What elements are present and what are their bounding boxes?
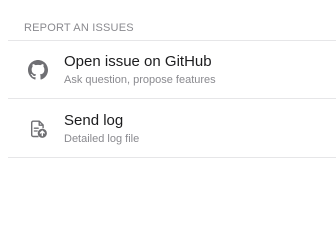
row-subtitle: Ask question, propose features [64, 74, 216, 86]
open-github-issue-row[interactable]: Open issue on GitHub Ask question, propo… [8, 40, 336, 98]
github-icon [28, 60, 48, 80]
send-log-row[interactable]: Send log Detailed log file [8, 99, 336, 157]
section-header: REPORT AN ISSUES [24, 22, 134, 34]
row-title: Open issue on GitHub [64, 53, 212, 70]
file-upload-icon [28, 119, 48, 139]
settings-page: REPORT AN ISSUES Open issue on GitHub As… [0, 0, 336, 248]
divider [8, 157, 336, 158]
row-subtitle: Detailed log file [64, 133, 140, 145]
row-title: Send log [64, 112, 124, 129]
